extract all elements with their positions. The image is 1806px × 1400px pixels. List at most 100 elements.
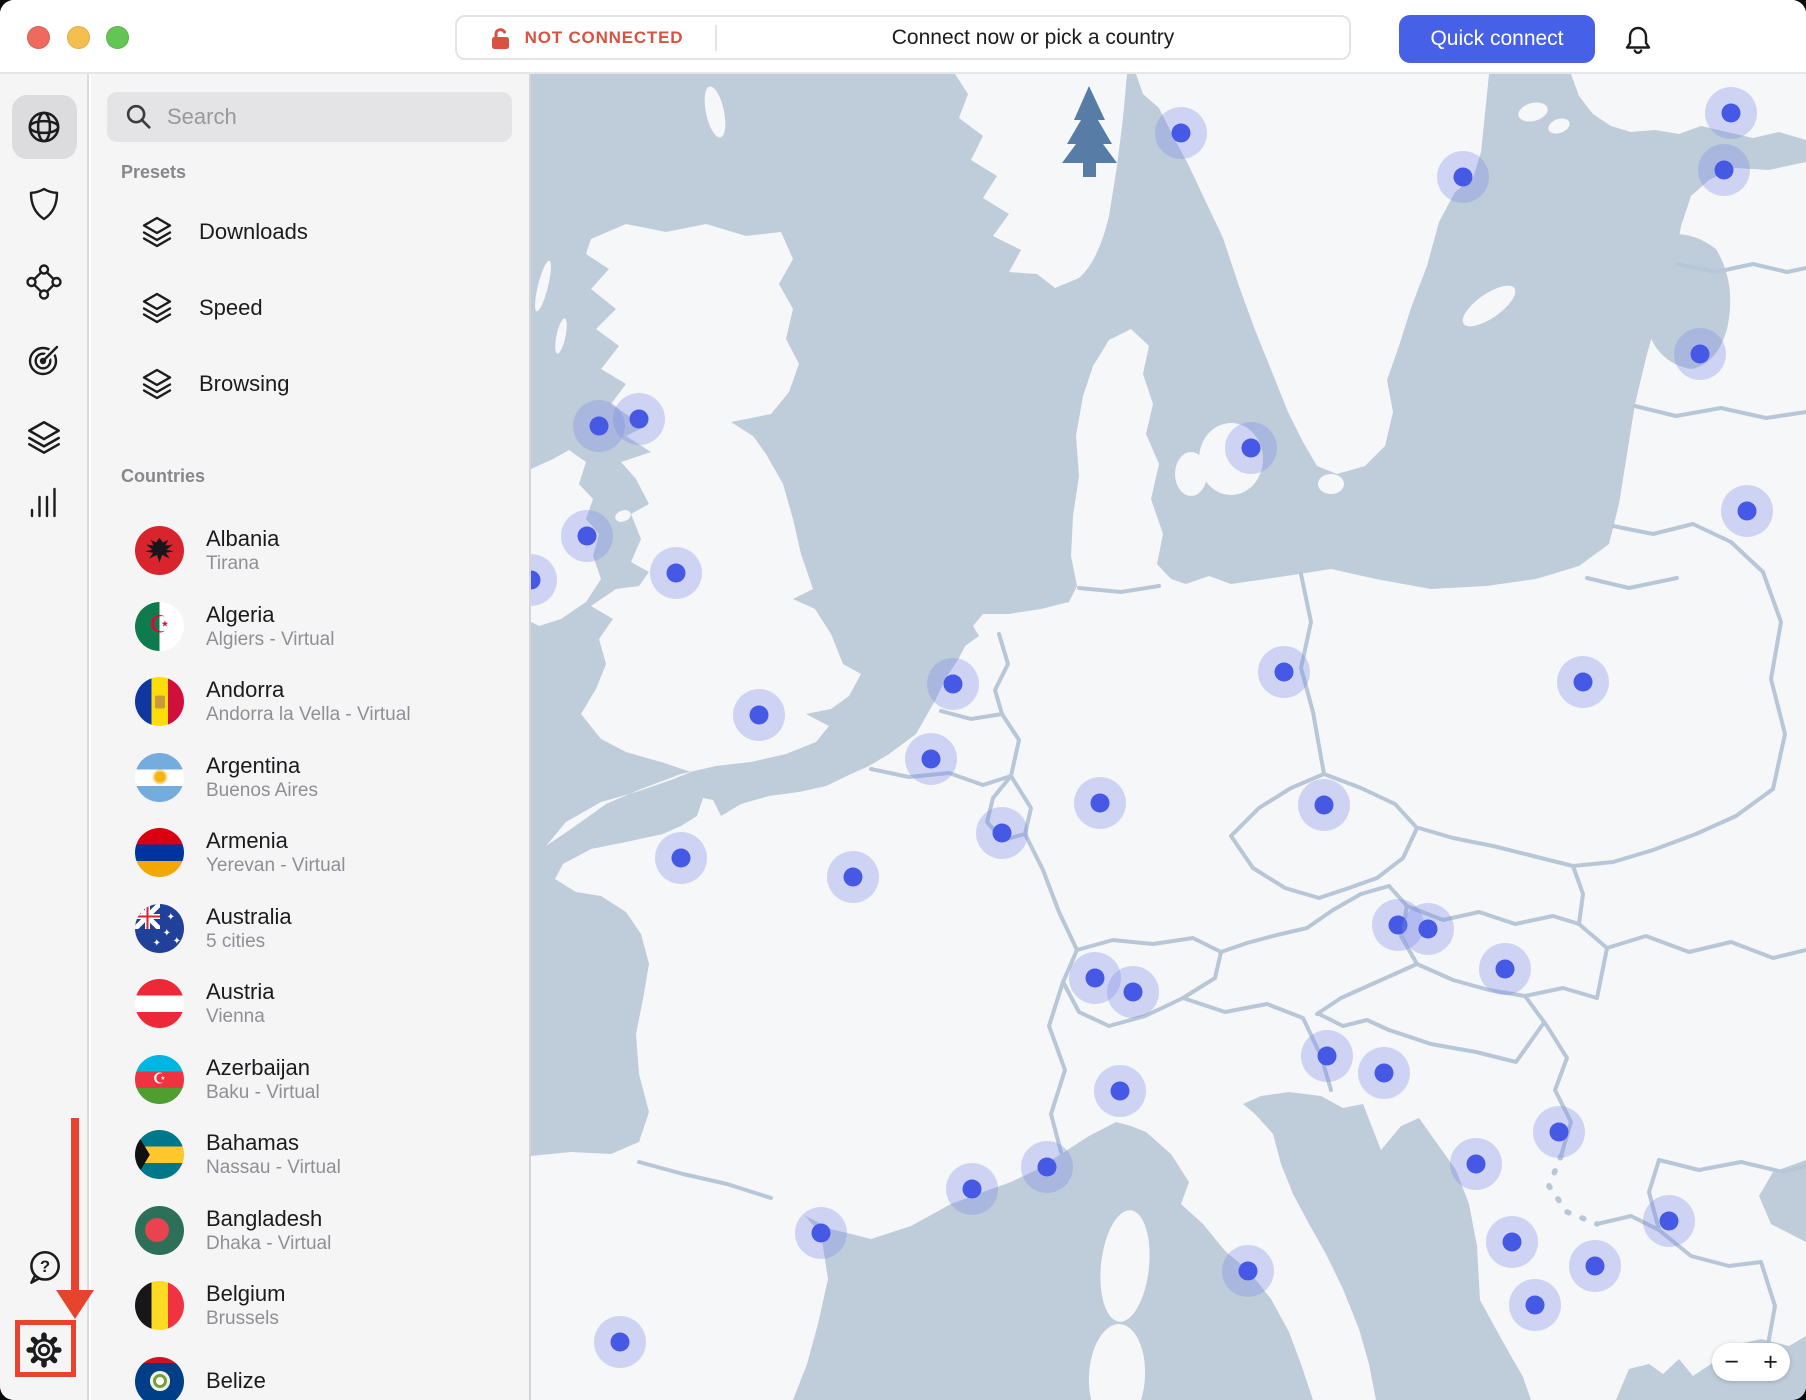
help-bubble-icon: ? xyxy=(23,1247,65,1289)
country-row-bangladesh[interactable]: BangladeshDhaka - Virtual xyxy=(91,1193,531,1269)
country-name: Bahamas xyxy=(206,1130,341,1156)
server-map[interactable] xyxy=(531,74,1806,1400)
server-marker[interactable] xyxy=(1275,663,1294,682)
preset-label: Speed xyxy=(199,295,263,321)
server-marker[interactable] xyxy=(1172,124,1191,143)
country-row-albania[interactable]: AlbaniaTirana xyxy=(91,513,531,589)
globe-icon xyxy=(23,106,65,148)
layers-icon xyxy=(137,288,177,328)
server-marker[interactable] xyxy=(630,410,649,429)
server-marker[interactable] xyxy=(1091,794,1110,813)
map-zoom-control: − + xyxy=(1712,1343,1790,1381)
search-input[interactable] xyxy=(165,103,512,131)
layers-icon xyxy=(137,364,177,404)
server-marker[interactable] xyxy=(1124,983,1143,1002)
country-city: Nassau - Virtual xyxy=(206,1156,341,1179)
preset-row-speed[interactable]: Speed xyxy=(91,270,531,346)
server-marker[interactable] xyxy=(611,1333,630,1352)
rail-item-meshnet[interactable] xyxy=(4,249,84,315)
server-marker[interactable] xyxy=(750,706,769,725)
bar-chart-icon xyxy=(24,483,64,523)
server-marker[interactable] xyxy=(667,564,686,583)
rail-item-presets[interactable] xyxy=(4,405,84,471)
server-marker[interactable] xyxy=(844,868,863,887)
country-row-algeria[interactable]: AlgeriaAlgiers - Virtual xyxy=(91,589,531,665)
server-marker[interactable] xyxy=(1715,161,1734,180)
country-name: Andorra xyxy=(206,677,411,703)
country-row-belize[interactable]: Belize xyxy=(91,1344,531,1400)
server-marker[interactable] xyxy=(1467,1155,1486,1174)
rail-item-dedicated-ip[interactable] xyxy=(4,327,84,393)
server-marker[interactable] xyxy=(1691,345,1710,364)
server-marker[interactable] xyxy=(1550,1123,1569,1142)
notifications-bell-icon[interactable] xyxy=(1622,24,1654,56)
server-marker[interactable] xyxy=(922,750,941,769)
country-row-azerbaijan[interactable]: AzerbaijanBaku - Virtual xyxy=(91,1042,531,1118)
server-marker[interactable] xyxy=(1586,1257,1605,1276)
server-marker[interactable] xyxy=(1722,104,1741,123)
rail-item-activity[interactable] xyxy=(4,470,84,536)
server-marker[interactable] xyxy=(1660,1212,1679,1231)
country-row-bahamas[interactable]: BahamasNassau - Virtual xyxy=(91,1117,531,1193)
country-city: Dhaka - Virtual xyxy=(206,1232,331,1255)
server-marker[interactable] xyxy=(590,417,609,436)
argentina-flag-icon xyxy=(135,753,184,802)
server-marker[interactable] xyxy=(1375,1064,1394,1083)
server-marker[interactable] xyxy=(963,1180,982,1199)
server-marker[interactable] xyxy=(672,849,691,868)
annotation-arrow-line xyxy=(71,1118,79,1292)
country-row-andorra[interactable]: AndorraAndorra la Vella - Virtual xyxy=(91,664,531,740)
country-list: AlbaniaTiranaAlgeriaAlgiers - VirtualAnd… xyxy=(91,513,531,1400)
connection-status-bar[interactable]: NOT CONNECTED Connect now or pick a coun… xyxy=(455,15,1351,60)
server-marker[interactable] xyxy=(1496,960,1515,979)
zoom-in-button[interactable]: + xyxy=(1759,1350,1782,1375)
layers-icon xyxy=(23,417,65,459)
country-city: Algiers - Virtual xyxy=(206,628,334,651)
rail-item-threat-protection[interactable] xyxy=(4,171,84,237)
country-row-australia[interactable]: Australia5 cities xyxy=(91,891,531,967)
server-marker[interactable] xyxy=(1239,1262,1258,1281)
azerbaijan-flag-icon xyxy=(135,1055,184,1104)
minimize-window-button[interactable] xyxy=(67,26,90,49)
country-row-argentina[interactable]: ArgentinaBuenos Aires xyxy=(91,740,531,816)
server-marker[interactable] xyxy=(812,1224,831,1243)
rail-item-servers[interactable] xyxy=(4,94,84,160)
svg-text:?: ? xyxy=(40,1257,50,1276)
server-marker[interactable] xyxy=(1419,920,1438,939)
country-row-armenia[interactable]: ArmeniaYerevan - Virtual xyxy=(91,815,531,891)
server-marker[interactable] xyxy=(1503,1233,1522,1252)
preset-label: Browsing xyxy=(199,371,289,397)
country-city: Baku - Virtual xyxy=(206,1081,320,1104)
country-city: Andorra la Vella - Virtual xyxy=(206,703,411,726)
preset-row-downloads[interactable]: Downloads xyxy=(91,194,531,270)
server-marker[interactable] xyxy=(1315,796,1334,815)
belize-flag-icon xyxy=(135,1357,184,1400)
server-marker[interactable] xyxy=(1086,969,1105,988)
mesh-nodes-icon xyxy=(24,262,64,302)
close-window-button[interactable] xyxy=(27,26,50,49)
server-marker[interactable] xyxy=(993,824,1012,843)
quick-connect-button[interactable]: Quick connect xyxy=(1399,15,1595,63)
server-marker[interactable] xyxy=(1038,1158,1057,1177)
server-marker[interactable] xyxy=(1526,1296,1545,1315)
preset-row-browsing[interactable]: Browsing xyxy=(91,346,531,422)
server-marker[interactable] xyxy=(1574,673,1593,692)
country-name: Albania xyxy=(206,526,279,552)
country-city: Brussels xyxy=(206,1307,285,1330)
annotation-highlight-box xyxy=(15,1320,76,1377)
server-marker[interactable] xyxy=(578,527,597,546)
country-row-belgium[interactable]: BelgiumBrussels xyxy=(91,1268,531,1344)
country-city: Buenos Aires xyxy=(206,779,318,802)
server-marker[interactable] xyxy=(1242,439,1261,458)
zoom-window-button[interactable] xyxy=(106,26,129,49)
country-row-austria[interactable]: AustriaVienna xyxy=(91,966,531,1042)
australia-flag-icon xyxy=(135,904,184,953)
server-sidebar: Presets DownloadsSpeedBrowsing Countries… xyxy=(91,74,531,1400)
zoom-out-button[interactable]: − xyxy=(1720,1350,1743,1375)
search-box[interactable] xyxy=(107,92,512,142)
server-marker[interactable] xyxy=(944,675,963,694)
server-marker[interactable] xyxy=(1318,1047,1337,1066)
server-marker[interactable] xyxy=(1738,502,1757,521)
server-marker[interactable] xyxy=(1454,168,1473,187)
server-marker[interactable] xyxy=(1111,1082,1130,1101)
